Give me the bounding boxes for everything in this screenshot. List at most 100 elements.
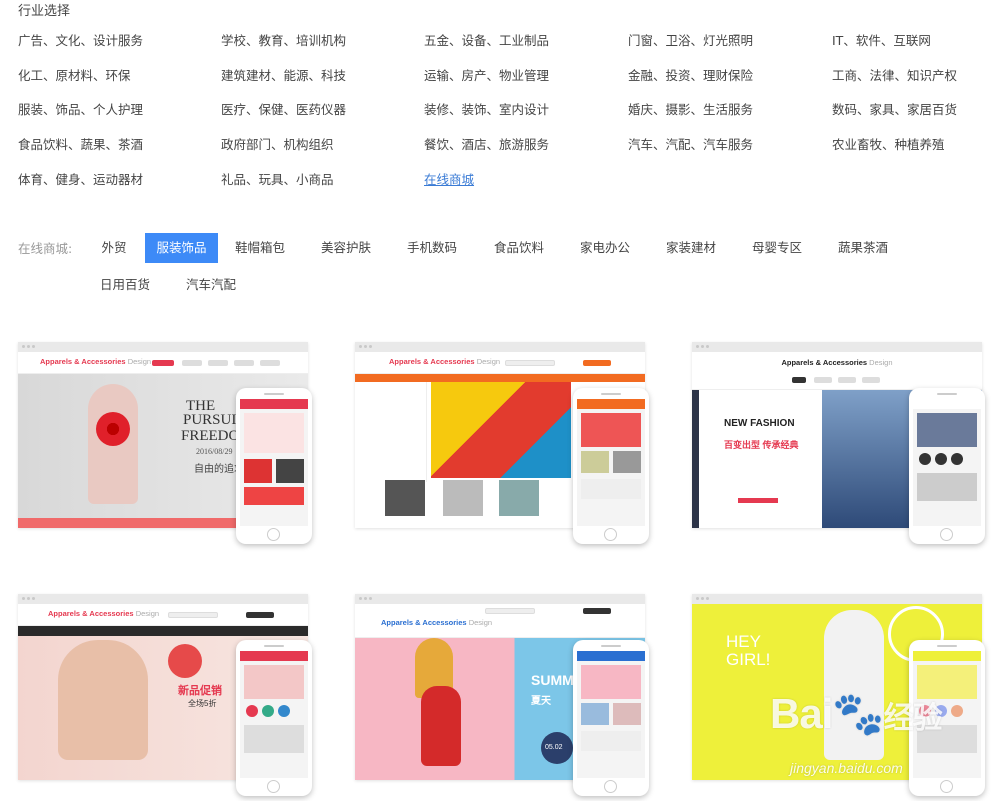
tab-digital[interactable]: 手机数码 [397, 233, 467, 263]
industry-item[interactable]: 汽车、汽配、汽车服务 [628, 134, 753, 153]
industry-item[interactable]: 门窗、卫浴、灯光照明 [628, 30, 753, 49]
hero-en-text: SUMM [531, 672, 574, 688]
tab-fruit-tea[interactable]: 蔬果茶酒 [828, 233, 898, 263]
tab-mother-baby[interactable]: 母婴专区 [742, 233, 812, 263]
hero-line-2: PURSUI [183, 412, 237, 428]
hero-promo: 新品促销 [178, 685, 222, 697]
industry-item[interactable]: 金融、投资、理财保险 [628, 65, 753, 84]
industry-item[interactable]: 餐饮、酒店、旅游服务 [424, 134, 549, 153]
site-header: Apparels & Accessories Design [355, 352, 645, 374]
nav-menu-item [182, 360, 202, 366]
nav-menu-item [862, 377, 880, 383]
industry-item[interactable]: 政府部门、机构组织 [221, 134, 334, 153]
hero-date: 05.02 [545, 744, 563, 751]
mobile-preview [236, 640, 312, 796]
hero-date: 2016/08/29 [196, 447, 233, 456]
industry-item[interactable]: 化工、原材料、环保 [18, 65, 131, 84]
nav-menu-item [234, 360, 254, 366]
hero-hey: HEY [726, 632, 761, 651]
nav-menu-item [838, 377, 856, 383]
flower-image [96, 412, 130, 446]
browser-chrome [692, 342, 982, 352]
search-input [485, 608, 535, 614]
industry-item[interactable]: 婚庆、摄影、生活服务 [628, 99, 753, 118]
tab-foreign-trade[interactable]: 外贸 [86, 233, 142, 263]
browser-chrome [692, 594, 982, 604]
industry-item[interactable]: 运输、房产、物业管理 [424, 65, 549, 84]
industry-item[interactable]: IT、软件、互联网 [832, 30, 931, 49]
nav-menu-item [814, 377, 832, 383]
browser-chrome [18, 594, 308, 604]
nav-menu-item [260, 360, 280, 366]
tab-daily-goods[interactable]: 日用百货 [90, 270, 160, 300]
tab-home-building[interactable]: 家装建材 [656, 233, 726, 263]
browser-chrome [18, 342, 308, 352]
cart-button [246, 612, 274, 618]
model-figure [58, 640, 148, 760]
nav-menu-item [152, 360, 174, 366]
tab-auto-parts[interactable]: 汽车汽配 [176, 270, 246, 300]
site-brand: Apparels & Accessories Design [48, 609, 160, 618]
mobile-preview [573, 640, 649, 796]
site-header: Apparels & Accessories Design [18, 604, 308, 626]
industry-item[interactable]: 建筑建材、能源、科技 [221, 65, 346, 84]
site-brand: Apparels & Accessories Design [381, 618, 493, 627]
industry-item[interactable]: 五金、设备、工业制品 [424, 30, 549, 49]
mobile-preview [909, 388, 985, 544]
industry-item[interactable]: 服装、饰品、个人护理 [18, 99, 143, 118]
hero-sub: 全场5折 [188, 699, 217, 708]
hero-image [431, 382, 571, 478]
site-header: Apparels & Accessories Design [18, 352, 308, 374]
cart-button [583, 608, 611, 614]
site-header: Apparels & Accessories Design [355, 604, 645, 638]
industry-item-online-mall-link[interactable]: 在线商城 [424, 169, 474, 188]
industry-item[interactable]: 食品饮料、蔬果、茶酒 [18, 134, 143, 153]
tab-shoes-bags[interactable]: 鞋帽箱包 [225, 233, 295, 263]
site-brand: Apparels & Accessories Design [40, 357, 152, 366]
hero-line-3: FREEDO [181, 428, 240, 444]
watermark-url: jingyan.baidu.com [790, 760, 903, 776]
paw-icon: 🐾 [832, 690, 884, 737]
industry-item[interactable]: 装修、装饰、室内设计 [424, 99, 549, 118]
browser-chrome [355, 342, 645, 352]
product-thumb [499, 480, 539, 516]
industry-item[interactable]: 农业畜牧、种植养殖 [832, 134, 945, 153]
tab-appliance[interactable]: 家电办公 [570, 233, 640, 263]
tab-apparel[interactable]: 服装饰品 [145, 233, 218, 263]
nav-menu-item [792, 377, 806, 383]
nav-bar [18, 626, 308, 636]
site-brand: Apparels & Accessories Design [781, 358, 893, 367]
hero-cn-text: 百变出型 传承经典 [724, 440, 799, 450]
tab-food[interactable]: 食品饮料 [484, 233, 554, 263]
child-figure [421, 686, 461, 766]
industry-item[interactable]: 数码、家具、家居百货 [832, 99, 957, 118]
hero-button [738, 498, 778, 503]
mobile-preview [573, 388, 649, 544]
tab-beauty[interactable]: 美容护肤 [311, 233, 381, 263]
side-strip [692, 390, 699, 528]
product-thumb [385, 480, 425, 516]
hero-cn-text: 夏天 [531, 696, 551, 707]
industry-item[interactable]: 广告、文化、设计服务 [18, 30, 143, 49]
search-input [168, 612, 218, 618]
mobile-preview [236, 388, 312, 544]
site-header: Apparels & Accessories Design [692, 352, 982, 390]
nav-bar [355, 374, 645, 382]
industry-heading: 行业选择 [18, 4, 71, 19]
nav-menu-item [208, 360, 228, 366]
site-brand: Apparels & Accessories Design [389, 357, 501, 366]
industry-item[interactable]: 学校、教育、培训机构 [221, 30, 346, 49]
industry-item[interactable]: 医疗、保健、医药仪器 [221, 99, 346, 118]
hero-title: NEW FASHION [724, 418, 795, 429]
industry-item[interactable]: 工商、法律、知识产权 [832, 65, 957, 84]
online-mall-label: 在线商城: [18, 241, 73, 256]
category-sidebar [355, 382, 427, 482]
industry-item[interactable]: 体育、健身、运动器材 [18, 169, 143, 188]
baidu-watermark: Bai🐾经验 [770, 690, 943, 737]
cart-button [583, 360, 611, 366]
industry-item[interactable]: 礼品、玩具、小商品 [221, 169, 334, 188]
balloon-image [168, 644, 202, 678]
browser-chrome [355, 594, 645, 604]
hero-girl: GIRL! [726, 650, 771, 669]
search-input [505, 360, 555, 366]
